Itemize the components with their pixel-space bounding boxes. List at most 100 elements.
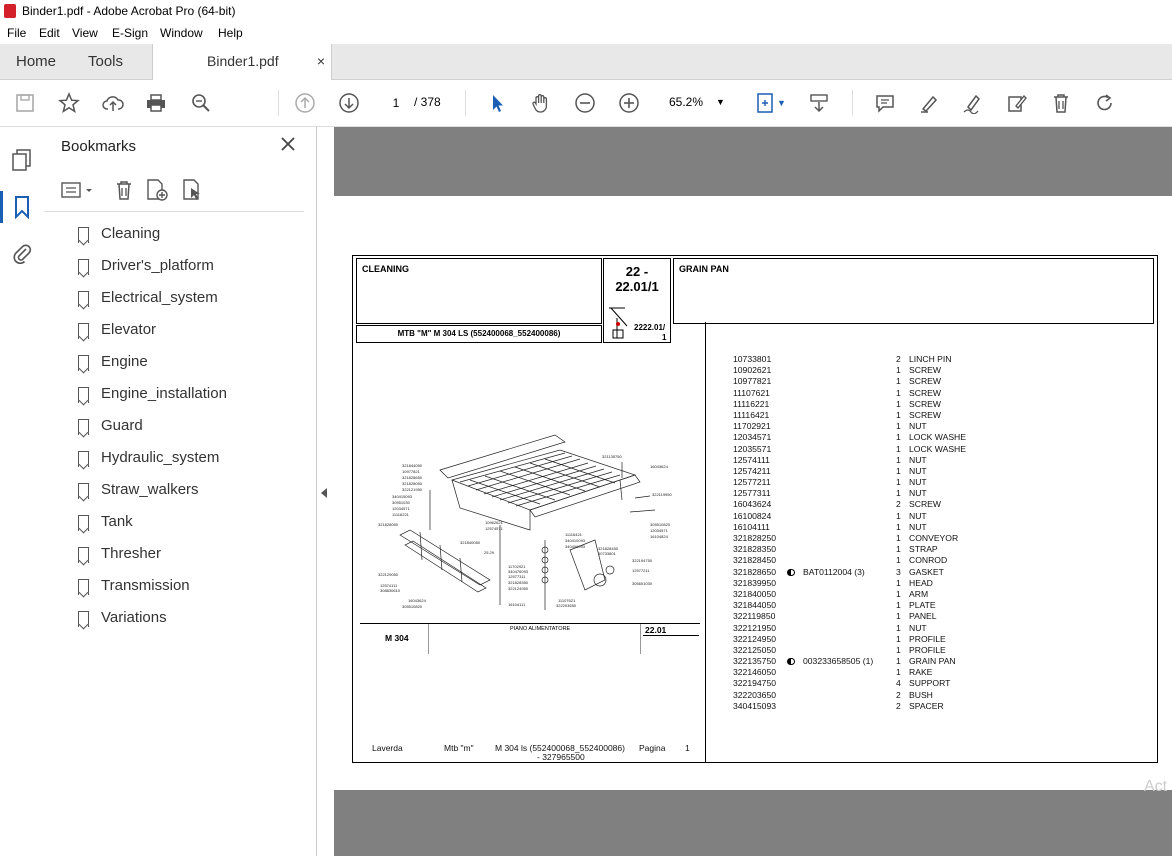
parts-row: 10902621 1 SCREW	[733, 365, 993, 376]
zoom-in-icon[interactable]	[616, 90, 642, 116]
tab-document[interactable]: Binder1.pdf ×	[152, 44, 332, 80]
attachment-icon[interactable]	[11, 241, 33, 270]
delete-trash-icon[interactable]	[1048, 90, 1074, 116]
collapse-panel-icon[interactable]	[318, 485, 332, 501]
close-tab-icon[interactable]: ×	[317, 44, 325, 79]
part-code: 322203650	[733, 689, 777, 700]
hand-tool-icon[interactable]	[528, 90, 554, 116]
menu-view[interactable]: View	[72, 26, 98, 40]
menu-file[interactable]: File	[7, 26, 26, 40]
new-bookmark-icon[interactable]	[145, 178, 169, 207]
zoom-level-select[interactable]: 65.2% ▼	[660, 91, 730, 113]
part-code: 340415093	[733, 700, 777, 711]
menu-help[interactable]: Help	[218, 26, 243, 40]
drawing-rule	[643, 635, 699, 636]
part-description: ARM	[909, 588, 929, 599]
code-box: 22 - 22.01/1	[603, 258, 671, 303]
part-description: SCREW	[909, 376, 941, 387]
part-quantity: 1	[896, 409, 901, 420]
part-quantity: 1	[896, 656, 901, 667]
bookmark-icon	[78, 451, 89, 467]
part-batch: 003233658505 (1)	[803, 656, 874, 667]
footer-page-number: 1	[685, 743, 690, 753]
redo-rotate-icon[interactable]	[1092, 90, 1118, 116]
star-icon[interactable]	[56, 90, 82, 116]
part-quantity: 1	[896, 376, 901, 387]
svg-text:321840050: 321840050	[460, 540, 481, 545]
page-view-icon[interactable]	[752, 90, 778, 116]
part-quantity: 3	[896, 566, 901, 577]
part-description: SCREW	[909, 499, 941, 510]
part-description: NUT	[909, 488, 927, 499]
part-code: 12577311	[733, 488, 771, 499]
bookmark-icon	[78, 227, 89, 243]
cloud-upload-icon[interactable]	[100, 90, 126, 116]
menu-edit[interactable]: Edit	[39, 26, 60, 40]
parts-row: 322121950 1 NUT	[733, 623, 993, 634]
ref-code-suffix: 1	[662, 333, 667, 342]
save-icon[interactable]	[12, 90, 38, 116]
part-description: NUT	[909, 421, 927, 432]
part-code: 322135750	[733, 656, 777, 667]
parts-row: 10977821 1 SCREW	[733, 376, 993, 387]
toolbar-separator	[278, 90, 279, 116]
zoom-out-icon[interactable]	[572, 90, 598, 116]
delete-bookmark-icon[interactable]	[113, 179, 135, 206]
part-description: CONVEYOR	[909, 533, 959, 543]
bookmark-icon[interactable]	[13, 195, 31, 224]
find-bookmark-icon[interactable]	[181, 178, 205, 207]
select-cursor-icon[interactable]	[484, 90, 510, 116]
bookmarks-title: Bookmarks	[61, 138, 137, 155]
zoom-search-icon[interactable]	[188, 90, 214, 116]
bookmark-icon	[78, 483, 89, 499]
print-icon[interactable]	[143, 90, 169, 116]
part-quantity: 2	[896, 700, 901, 711]
menu-window[interactable]: Window	[160, 26, 203, 40]
bookmark-label: Hydraulic_system	[101, 449, 220, 466]
parts-row: 340415093 2 SPACER	[733, 701, 993, 712]
comment-icon[interactable]	[872, 90, 898, 116]
parts-row: 322119850 1 PANEL	[733, 611, 993, 622]
svg-text:322194750: 322194750	[632, 558, 653, 563]
parts-row: 11116221 1 SCREW	[733, 399, 993, 410]
part-code: 10733801	[733, 354, 772, 364]
part-description: RAKE	[909, 667, 933, 678]
page-number-input[interactable]: 1	[381, 91, 411, 115]
close-icon[interactable]	[280, 135, 296, 158]
part-description: PANEL	[909, 611, 937, 622]
part-quantity: 1	[896, 510, 901, 521]
page-thumbnails-icon[interactable]	[11, 148, 33, 177]
previous-page-icon[interactable]	[292, 90, 318, 116]
chevron-down-icon: ▼	[716, 97, 725, 107]
toolbar-separator	[465, 90, 466, 116]
tab-tools[interactable]: Tools	[88, 44, 123, 79]
part-quantity: 1	[896, 387, 901, 398]
part-description: SCREW	[909, 365, 941, 376]
svg-text:12034571: 12034571	[392, 506, 411, 511]
scroll-mode-icon[interactable]	[806, 90, 832, 116]
chevron-down-icon[interactable]: ▼	[777, 98, 786, 108]
svg-text:340409093: 340409093	[565, 544, 586, 549]
svg-text:340410093: 340410093	[565, 538, 586, 543]
menu-esign[interactable]: E-Sign	[112, 26, 148, 40]
edit-pdf-icon[interactable]	[1004, 90, 1030, 116]
part-code: 10977821	[733, 376, 772, 387]
svg-text:12574571: 12574571	[485, 526, 504, 531]
svg-text:30951030: 30951030	[392, 500, 411, 505]
part-description: PLATE	[909, 600, 936, 611]
svg-text:322119950: 322119950	[652, 492, 673, 497]
fill-sign-icon[interactable]	[960, 90, 986, 116]
bookmark-label: Engine	[101, 353, 148, 370]
bookmarks-panel: Bookmarks Cleaning Driver's_platform Ele…	[44, 127, 317, 856]
model-name: MTB "M" M 304 LS (552400068_552400086)	[397, 329, 561, 338]
parts-row: 16100824 1 NUT	[733, 511, 993, 522]
highlight-pen-icon[interactable]	[916, 90, 942, 116]
bookmark-label: Straw_walkers	[101, 481, 199, 498]
tab-home[interactable]: Home	[16, 44, 56, 79]
toolbar-separator	[852, 90, 853, 116]
part-code: 321839950	[733, 577, 777, 588]
part-description: LOCK WASHE	[909, 432, 966, 443]
next-page-icon[interactable]	[336, 90, 362, 116]
part-quantity: 1	[896, 577, 901, 588]
options-list-icon[interactable]	[61, 180, 95, 205]
